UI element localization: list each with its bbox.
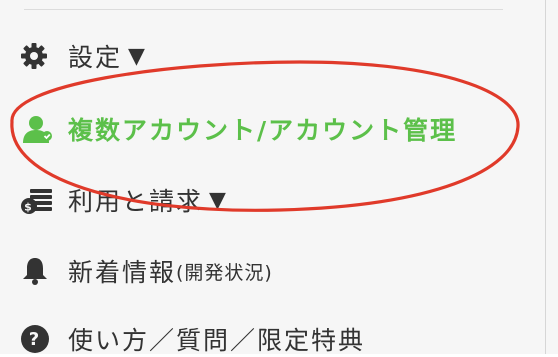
bell-icon [20,255,56,287]
svg-text:$: $ [24,201,34,214]
user-icon [20,113,56,145]
menu-item-billing[interactable]: $ 利用と請求 ▼ [20,182,226,218]
divider [24,9,503,10]
menu-item-settings-label: 設定 [68,43,123,72]
menu-item-news-sub: (開発状況) [176,261,273,284]
menu-item-account-label: 複数アカウント/アカウント管理 [68,116,458,145]
menu-item-settings[interactable]: 設定 ▼ [20,38,145,74]
menu-item-billing-label: 利用と請求 [68,187,204,216]
caret-down-icon: ▼ [209,187,226,213]
menu-item-help[interactable]: ? 使い方／質問／限定特典 [20,321,365,357]
billing-icon: $ [20,184,56,216]
caret-down-icon: ▼ [128,43,145,69]
menu-item-account-management[interactable]: 複数アカウント/アカウント管理 [20,111,457,147]
svg-text:?: ? [29,329,41,350]
question-icon: ? [20,323,56,355]
sidebar-menu-panel: 設定 ▼ 複数アカウント/アカウント管理 $ 利用と請求 ▼ 新着情報 (開発状… [0,0,558,357]
panel-border [545,0,546,354]
menu-item-news[interactable]: 新着情報 (開発状況) [20,253,273,289]
gear-icon [20,40,56,72]
menu-item-news-label: 新着情報 [68,258,177,287]
menu-item-help-label: 使い方／質問／限定特典 [68,326,366,355]
